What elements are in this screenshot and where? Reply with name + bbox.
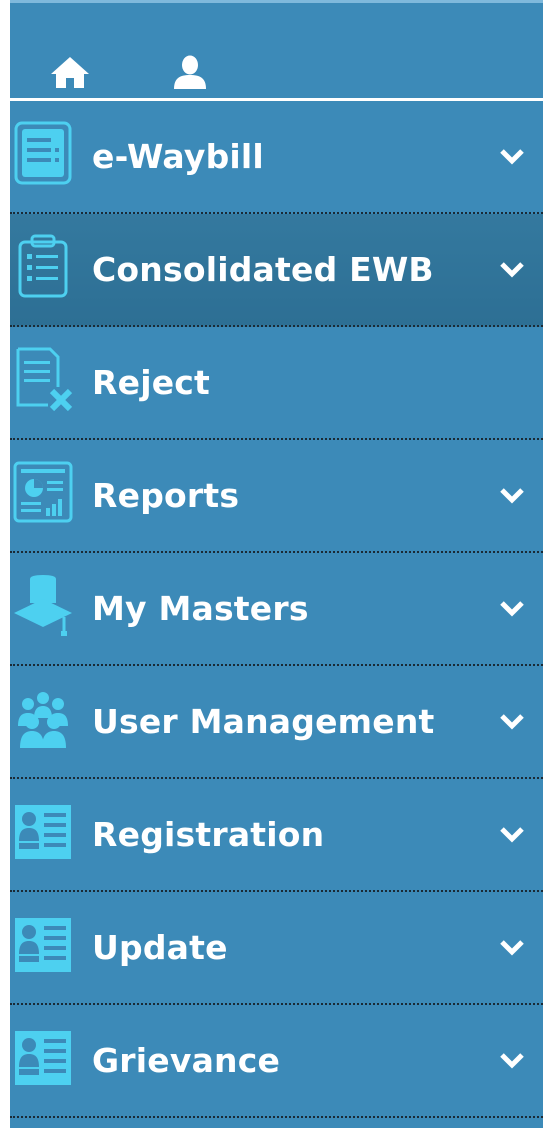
sidebar-header (10, 3, 543, 98)
menu-item-label: Update (92, 928, 228, 967)
chevron-down-icon[interactable] (499, 260, 525, 280)
chevron-down-icon[interactable] (499, 486, 525, 506)
chevron-down-icon[interactable] (499, 825, 525, 845)
chevron-down-icon[interactable] (499, 712, 525, 732)
menu-item-user-management[interactable]: User Management (10, 666, 543, 779)
menu-item-label: User Management (92, 702, 435, 741)
chevron-down-icon[interactable] (499, 599, 525, 619)
clipboard-list-icon (12, 234, 74, 298)
document-reject-icon (12, 347, 74, 411)
menu-item-e-waybill[interactable]: e-Waybill (10, 101, 543, 214)
graduation-cap-icon (12, 573, 74, 637)
id-card-icon (12, 912, 74, 976)
menu-item-grievance[interactable]: Grievance (10, 1005, 543, 1118)
menu-item-label: Consolidated EWB (92, 250, 434, 289)
user-icon[interactable] (170, 55, 210, 89)
menu-item-label: Registration (92, 815, 325, 854)
menu-item-label: Reports (92, 476, 240, 515)
menu-item-consolidated-ewb[interactable]: Consolidated EWB (10, 214, 543, 327)
home-icon[interactable] (50, 55, 90, 89)
chevron-down-icon[interactable] (499, 147, 525, 167)
chevron-down-icon[interactable] (499, 1051, 525, 1071)
menu-item-reports[interactable]: Reports (10, 440, 543, 553)
menu-item-label: Grievance (92, 1041, 281, 1080)
menu-item-my-masters[interactable]: My Masters (10, 553, 543, 666)
id-card-icon (12, 799, 74, 863)
menu-item-registration[interactable]: Registration (10, 779, 543, 892)
menu-item-label: My Masters (92, 589, 309, 628)
sidebar: e-Waybill Consolidated EWB Reject Report… (10, 0, 543, 1128)
chevron-down-icon[interactable] (499, 938, 525, 958)
id-card-icon (12, 1025, 74, 1089)
sidebar-menu: e-Waybill Consolidated EWB Reject Report… (10, 101, 543, 1118)
menu-item-reject[interactable]: Reject (10, 327, 543, 440)
menu-item-label: e-Waybill (92, 137, 264, 176)
menu-item-update[interactable]: Update (10, 892, 543, 1005)
menu-item-label: Reject (92, 363, 211, 402)
users-group-icon (12, 686, 74, 750)
document-list-icon (12, 121, 74, 185)
report-chart-icon (12, 460, 74, 524)
